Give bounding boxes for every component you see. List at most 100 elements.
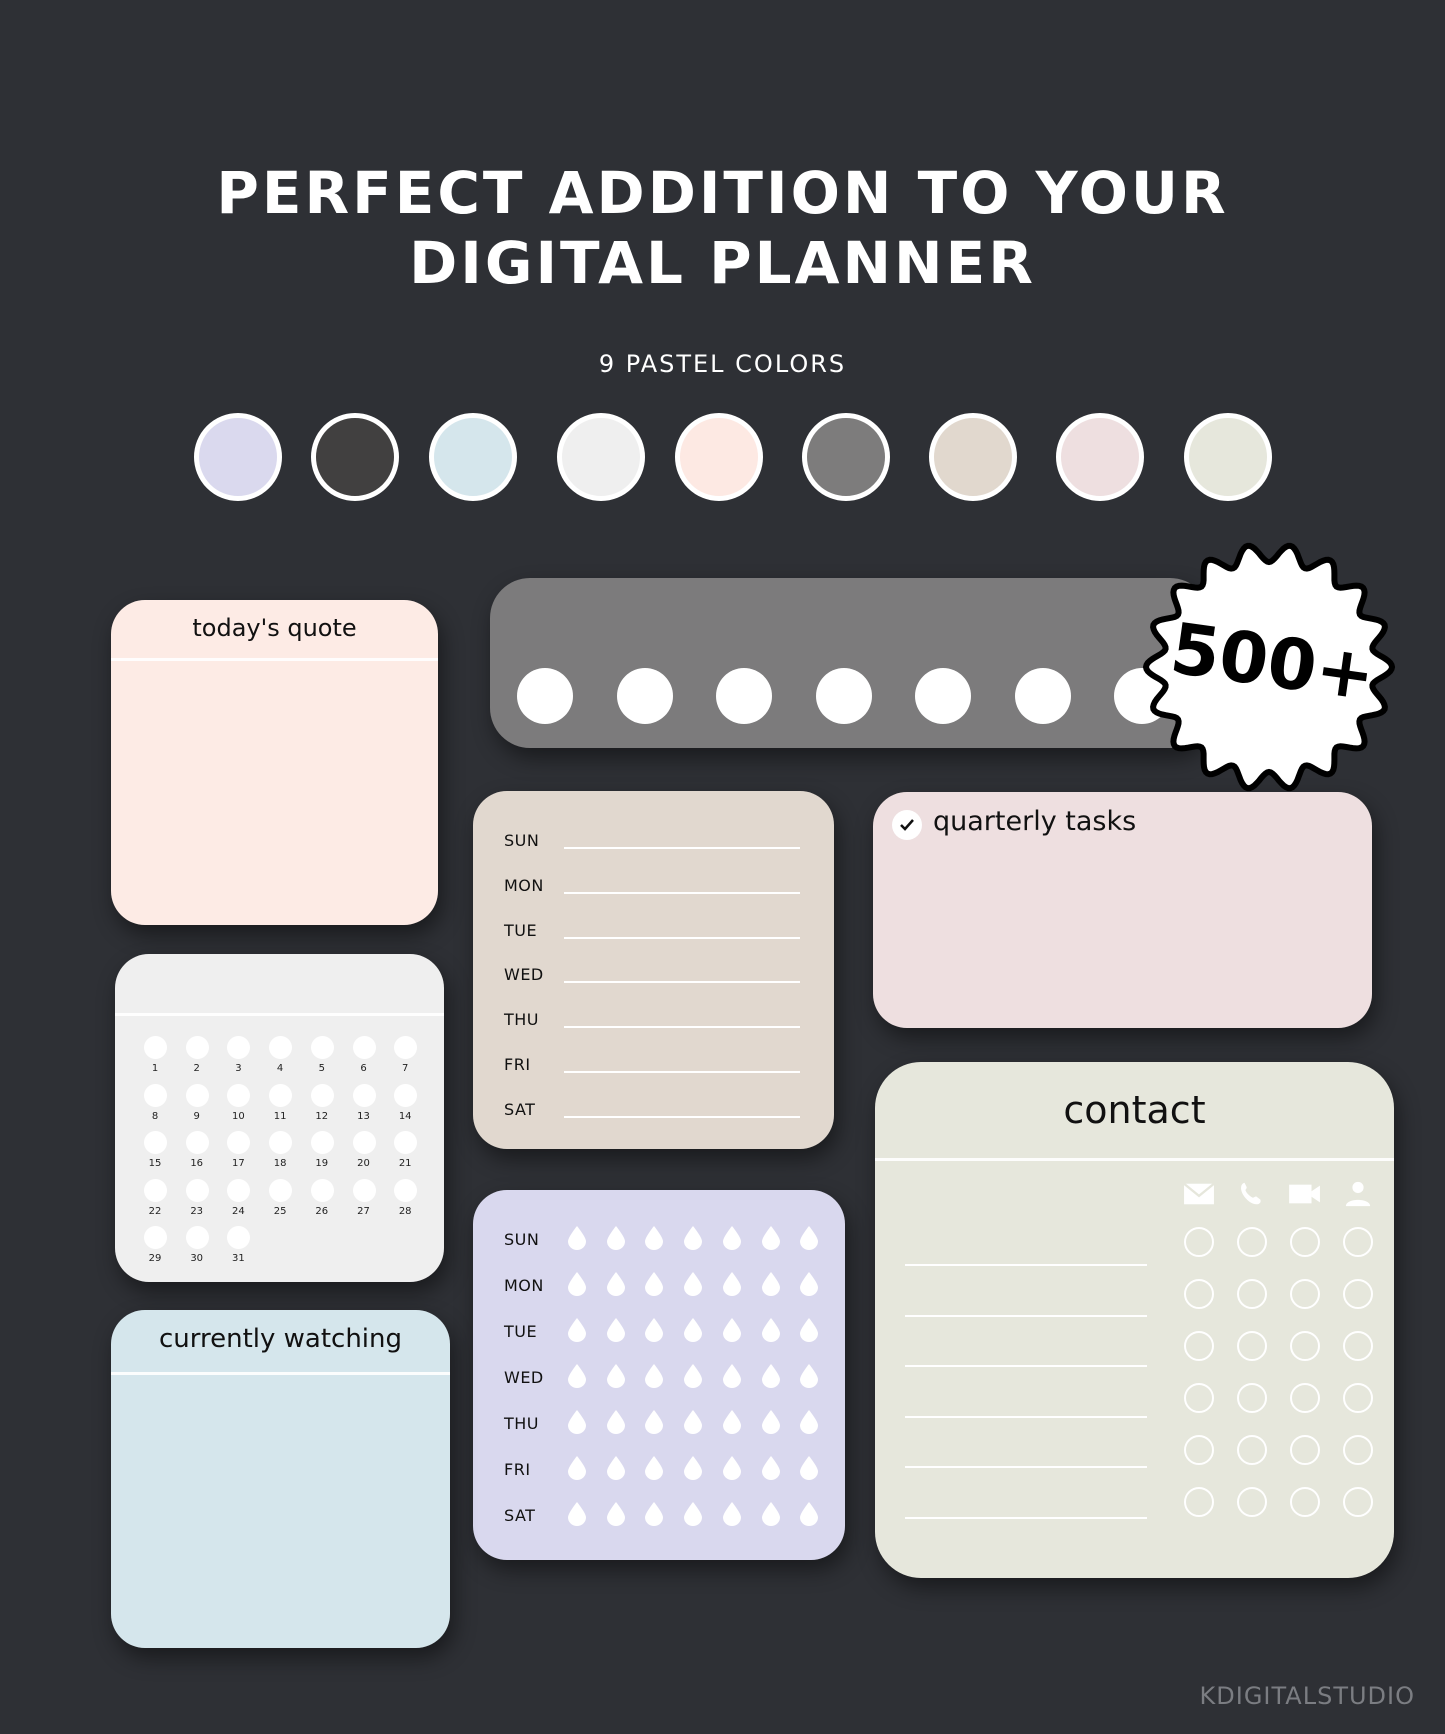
weekday-writing-line[interactable] xyxy=(564,1026,800,1029)
water-drop-icon[interactable] xyxy=(761,1456,780,1480)
contact-checkbox[interactable] xyxy=(1237,1227,1267,1257)
contact-name-line[interactable] xyxy=(905,1415,1147,1418)
water-drop-icon[interactable] xyxy=(568,1456,586,1480)
contact-checkbox[interactable] xyxy=(1184,1487,1214,1517)
contact-checkbox[interactable] xyxy=(1290,1487,1320,1517)
water-drop-icon[interactable] xyxy=(722,1456,741,1480)
contact-widget[interactable]: contact xyxy=(875,1062,1394,1578)
color-swatch[interactable] xyxy=(802,413,890,501)
contact-checkbox[interactable] xyxy=(1343,1383,1373,1413)
contact-checkbox[interactable] xyxy=(1343,1331,1373,1361)
calendar-day-dot[interactable] xyxy=(394,1083,418,1107)
water-drop-icon[interactable] xyxy=(568,1364,586,1388)
contact-checkbox[interactable] xyxy=(1237,1279,1267,1309)
water-drop-icon[interactable] xyxy=(722,1272,741,1296)
water-drop-icon[interactable] xyxy=(761,1410,780,1434)
calendar-day-dot[interactable] xyxy=(144,1226,167,1249)
color-swatch[interactable] xyxy=(429,413,517,501)
todays-quote-widget[interactable]: today's quote xyxy=(111,600,438,925)
calendar-day-dot[interactable] xyxy=(394,1131,418,1154)
water-drop-icon[interactable] xyxy=(761,1226,780,1250)
contact-checkbox[interactable] xyxy=(1290,1279,1320,1309)
contact-checkbox[interactable] xyxy=(1237,1435,1267,1465)
contact-checkbox[interactable] xyxy=(1184,1227,1214,1257)
calendar-day-dot[interactable] xyxy=(394,1178,418,1202)
color-swatch[interactable] xyxy=(1056,413,1144,501)
water-drop-icon[interactable] xyxy=(606,1364,625,1388)
water-drop-icon[interactable] xyxy=(606,1318,625,1342)
contact-checkbox[interactable] xyxy=(1184,1435,1214,1465)
habit-tracker-bar[interactable] xyxy=(490,578,1210,748)
calendar-day-dot[interactable] xyxy=(352,1036,376,1059)
water-drop-icon[interactable] xyxy=(800,1502,819,1526)
water-drop-icon[interactable] xyxy=(568,1226,586,1250)
calendar-day-dot[interactable] xyxy=(144,1178,167,1202)
water-drop-icon[interactable] xyxy=(606,1502,625,1526)
water-drop-icon[interactable] xyxy=(645,1410,664,1434)
tracker-dot[interactable] xyxy=(616,668,673,724)
water-drop-icon[interactable] xyxy=(684,1502,703,1526)
calendar-day-dot[interactable] xyxy=(269,1036,293,1059)
water-drop-icon[interactable] xyxy=(761,1364,780,1388)
contact-checkbox[interactable] xyxy=(1184,1279,1214,1309)
water-drop-icon[interactable] xyxy=(722,1226,741,1250)
color-swatch[interactable] xyxy=(311,413,399,501)
calendar-day-dot[interactable] xyxy=(185,1226,209,1249)
water-drop-icon[interactable] xyxy=(684,1226,703,1250)
water-drop-icon[interactable] xyxy=(800,1410,819,1434)
calendar-day-dot[interactable] xyxy=(269,1131,293,1154)
color-swatch[interactable] xyxy=(194,413,282,501)
contact-name-line[interactable] xyxy=(905,1264,1147,1266)
monthly-calendar-widget[interactable]: 1 2 3 4 5 6 7 8 9 10 11 12 13 14 15 16 17 18 19 20 21 22 23 24 2… xyxy=(115,954,444,1282)
contact-checkbox[interactable] xyxy=(1343,1487,1373,1517)
quarterly-tasks-widget[interactable]: quarterly tasks xyxy=(873,792,1372,1028)
calendar-day-dot[interactable] xyxy=(185,1178,209,1202)
contact-checkbox[interactable] xyxy=(1237,1331,1267,1361)
weekday-writing-line[interactable] xyxy=(564,936,800,939)
water-drop-icon[interactable] xyxy=(761,1272,780,1296)
contact-checkbox[interactable] xyxy=(1343,1279,1373,1309)
calendar-day-dot[interactable] xyxy=(310,1131,334,1154)
water-drop-icon[interactable] xyxy=(568,1272,586,1296)
calendar-day-dot[interactable] xyxy=(269,1178,293,1202)
calendar-day-dot[interactable] xyxy=(310,1178,334,1202)
calendar-day-dot[interactable] xyxy=(144,1083,167,1107)
contact-checkbox[interactable] xyxy=(1290,1331,1320,1361)
weekday-writing-line[interactable] xyxy=(564,1115,800,1118)
contact-checkbox[interactable] xyxy=(1290,1227,1320,1257)
contact-checkbox[interactable] xyxy=(1290,1383,1320,1413)
calendar-day-dot[interactable] xyxy=(185,1083,209,1107)
contact-checkbox[interactable] xyxy=(1290,1435,1320,1465)
calendar-day-dot[interactable] xyxy=(144,1131,167,1154)
calendar-day-dot[interactable] xyxy=(144,1036,167,1059)
contact-checkbox[interactable] xyxy=(1237,1487,1267,1517)
tracker-dot[interactable] xyxy=(517,668,573,724)
water-drop-icon[interactable] xyxy=(568,1410,586,1434)
currently-watching-widget[interactable]: currently watching xyxy=(111,1310,450,1648)
water-drop-icon[interactable] xyxy=(800,1226,819,1250)
weekly-planner-widget[interactable]: SUN MON TUE WED THU FRI SAT xyxy=(473,791,834,1149)
water-drop-icon[interactable] xyxy=(568,1502,586,1526)
calendar-day-dot[interactable] xyxy=(185,1131,209,1154)
water-drop-icon[interactable] xyxy=(606,1410,625,1434)
contact-checkbox[interactable] xyxy=(1237,1383,1267,1413)
calendar-day-dot[interactable] xyxy=(352,1083,376,1107)
water-drop-icon[interactable] xyxy=(722,1410,741,1434)
water-drop-icon[interactable] xyxy=(684,1456,703,1480)
water-drop-icon[interactable] xyxy=(800,1364,819,1388)
water-drop-icon[interactable] xyxy=(684,1318,703,1342)
water-drop-icon[interactable] xyxy=(645,1502,664,1526)
contact-name-line[interactable] xyxy=(905,1466,1147,1468)
water-drop-icon[interactable] xyxy=(800,1272,819,1296)
water-drop-icon[interactable] xyxy=(800,1456,819,1480)
water-drop-icon[interactable] xyxy=(606,1226,625,1250)
contact-name-line[interactable] xyxy=(905,1365,1147,1367)
calendar-day-dot[interactable] xyxy=(269,1083,293,1107)
water-drop-icon[interactable] xyxy=(722,1502,741,1526)
water-drop-icon[interactable] xyxy=(606,1456,625,1480)
color-swatch[interactable] xyxy=(929,413,1017,501)
calendar-day-dot[interactable] xyxy=(227,1226,251,1249)
calendar-day-dot[interactable] xyxy=(352,1131,376,1154)
contact-name-line[interactable] xyxy=(905,1516,1147,1519)
contact-checkbox[interactable] xyxy=(1343,1227,1373,1257)
